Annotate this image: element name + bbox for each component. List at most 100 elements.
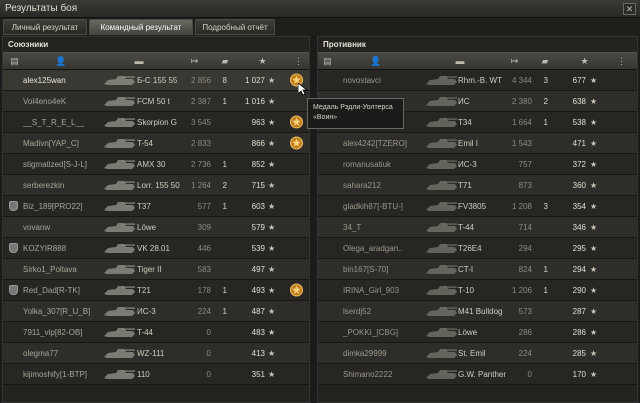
- player-row[interactable]: serberezkin Lorr. 155 50 1 264 2 715 ★: [3, 175, 309, 196]
- player-row[interactable]: romanusatiuk ИС-3 757 372 ★: [318, 154, 637, 175]
- player-row[interactable]: Sirko1_Poltava Tiger II 583 497 ★: [3, 259, 309, 280]
- xp-value: 493: [251, 286, 265, 295]
- medal-icon[interactable]: ⋮: [293, 56, 304, 67]
- player-row[interactable]: lserdj52 M41 Bulldog 573 287 ★: [318, 301, 637, 322]
- player-icon[interactable]: 👤: [55, 56, 66, 67]
- player-name[interactable]: IRINA_Girl_903: [343, 280, 435, 301]
- xp-star-icon: ★: [590, 97, 598, 106]
- xp-value: 285: [572, 349, 586, 358]
- player-row[interactable]: IRINA_Girl_903 T-10 1 206 1 290 ★: [318, 280, 637, 301]
- damage-value: 757: [518, 160, 532, 169]
- vehicle-name: Lorr. 155 50: [137, 181, 180, 190]
- kills-value: [536, 301, 548, 322]
- player-row[interactable]: Shimano2222 G.W. Panther 0 170 ★: [318, 364, 637, 385]
- kills-value: [536, 343, 548, 364]
- vehicle-name: T37: [137, 202, 151, 211]
- player-row[interactable]: Yolka_307[R_U_B] ИС-3 224 1 487 ★: [3, 301, 309, 322]
- tab-personal-result[interactable]: Личный результат: [3, 19, 87, 35]
- squad-icon[interactable]: ▤: [322, 56, 333, 67]
- player-row[interactable]: 34_T T-44 714 346 ★: [318, 217, 637, 238]
- xp-value: 294: [572, 265, 586, 274]
- player-name[interactable]: 34_T: [343, 217, 435, 238]
- kills-icon[interactable]: ▰: [218, 56, 232, 67]
- player-row[interactable]: novostavci Rhm.-B. WT 4 344 3 677 ★: [318, 70, 637, 91]
- player-row[interactable]: vovanw Löwe 309 579 ★: [3, 217, 309, 238]
- xp-value: 170: [572, 370, 586, 379]
- player-name[interactable]: gladkih87[-BTU-]: [343, 196, 435, 217]
- player-row[interactable]: bin167[S-70] CT-I 824 1 294 ★: [318, 259, 637, 280]
- player-name[interactable]: _POKKI_[CBG]: [343, 322, 435, 343]
- kills-value: 1: [222, 160, 227, 169]
- kills-value: [215, 112, 227, 133]
- xp-icon[interactable]: ★: [257, 56, 268, 67]
- tab-bar: Личный результат Командный результат Под…: [0, 18, 640, 36]
- player-row[interactable]: alex4242[TZERO] Emil I 1 543 471 ★: [318, 133, 637, 154]
- player-name[interactable]: dimka29999: [343, 343, 435, 364]
- tab-team-result[interactable]: Командный результат: [89, 19, 193, 35]
- kills-value: [536, 154, 548, 175]
- player-row[interactable]: gladkih87[-BTU-] FV3805 1 208 3 354 ★: [318, 196, 637, 217]
- medal-icon[interactable]: [289, 135, 304, 151]
- xp-value: 360: [572, 181, 586, 190]
- player-name[interactable]: romanusatiuk: [343, 154, 435, 175]
- xp-value: 1 016: [244, 97, 265, 106]
- tank-icon: [102, 199, 136, 213]
- player-row[interactable]: 7911_vip[82-OB] T-44 0 483 ★: [3, 322, 309, 343]
- xp-icon[interactable]: ★: [579, 56, 590, 67]
- damage-value: 2 736: [190, 160, 211, 169]
- player-name[interactable]: Shimano2222: [343, 364, 435, 385]
- player-row[interactable]: Biz_189[PRO22] T37 577 1 603 ★: [3, 196, 309, 217]
- kills-value: [536, 175, 548, 196]
- xp-star-icon: ★: [268, 307, 276, 316]
- player-row[interactable]: alex125wan Б-С 155 55 2 856 8 1 027 ★: [3, 70, 309, 91]
- player-name[interactable]: sahara212: [343, 175, 435, 196]
- player-icon[interactable]: 👤: [370, 56, 381, 67]
- player-row[interactable]: olegma77 WZ-111 0 413 ★: [3, 343, 309, 364]
- xp-star-icon: ★: [268, 139, 276, 148]
- damage-value: 2 387: [190, 97, 211, 106]
- vehicle-name: T-10: [458, 286, 475, 295]
- xp-value: 483: [251, 328, 265, 337]
- player-name[interactable]: Olega_aradgan..: [343, 238, 435, 259]
- player-row[interactable]: __S_T_R_E_L__ Skorpion G3 545 963 ★: [3, 112, 309, 133]
- player-row[interactable]: Olega_aradgan.. T26E4 294 295 ★: [318, 238, 637, 259]
- player-row[interactable]: Vol4eno4eK FCM 50 t2 387 1 1 016 ★: [3, 91, 309, 112]
- medal-icon[interactable]: [289, 282, 304, 298]
- player-name[interactable]: lserdj52: [343, 301, 435, 322]
- close-button[interactable]: ✕: [623, 3, 636, 15]
- medal-icon[interactable]: [289, 114, 304, 130]
- player-row[interactable]: KOZYIR888 VK 28.01 446 539 ★: [3, 238, 309, 259]
- damage-icon[interactable]: ↦: [189, 56, 200, 67]
- clan-badge-icon: [9, 243, 18, 253]
- tab-detailed-report[interactable]: Подробный отчёт: [195, 19, 275, 35]
- kills-icon[interactable]: ▰: [538, 56, 552, 67]
- xp-star-icon: ★: [268, 97, 276, 106]
- xp-value: 638: [572, 97, 586, 106]
- player-name[interactable]: bin167[S-70]: [343, 259, 435, 280]
- vehicle-name: FV3805: [458, 202, 487, 211]
- player-name[interactable]: alex4242[TZERO]: [343, 133, 435, 154]
- enemies-panel: Противник ▤ 👤 ▬ ↦ ▰ ★ ⋮ novostavci Rhm.-B…: [317, 36, 638, 403]
- player-row[interactable]: stigmatized[S-J-L] AMX 30 2 736 1 852 ★: [3, 154, 309, 175]
- damage-icon[interactable]: ↦: [509, 56, 520, 67]
- xp-star-icon: ★: [590, 223, 598, 232]
- kills-value: [215, 343, 227, 364]
- tank-icon: [424, 115, 458, 129]
- tank-icon[interactable]: ▬: [450, 56, 470, 67]
- player-row[interactable]: dimka29999 St. Emil 224 285 ★: [318, 343, 637, 364]
- player-row[interactable]: Red_Dad[R-TK] T21 178 1 493 ★: [3, 280, 309, 301]
- tank-icon[interactable]: ▬: [129, 56, 149, 67]
- xp-value: 539: [251, 244, 265, 253]
- player-name[interactable]: novostavci: [343, 70, 435, 91]
- squad-icon[interactable]: ▤: [9, 56, 20, 67]
- damage-value: 2 856: [190, 76, 211, 85]
- tank-icon: [424, 367, 458, 381]
- xp-star-icon: ★: [590, 244, 598, 253]
- tank-icon: [102, 73, 136, 87]
- medal-icon[interactable]: ⋮: [616, 56, 627, 67]
- player-row[interactable]: sahara212 T71 873 360 ★: [318, 175, 637, 196]
- xp-star-icon: ★: [590, 286, 598, 295]
- player-row[interactable]: _POKKI_[CBG] Löwe 286 286 ★: [318, 322, 637, 343]
- player-row[interactable]: kijimoshify[1-BTP] 110 0 351 ★: [3, 364, 309, 385]
- player-row[interactable]: Madivn[YAP_C] T-54 2 833 866 ★: [3, 133, 309, 154]
